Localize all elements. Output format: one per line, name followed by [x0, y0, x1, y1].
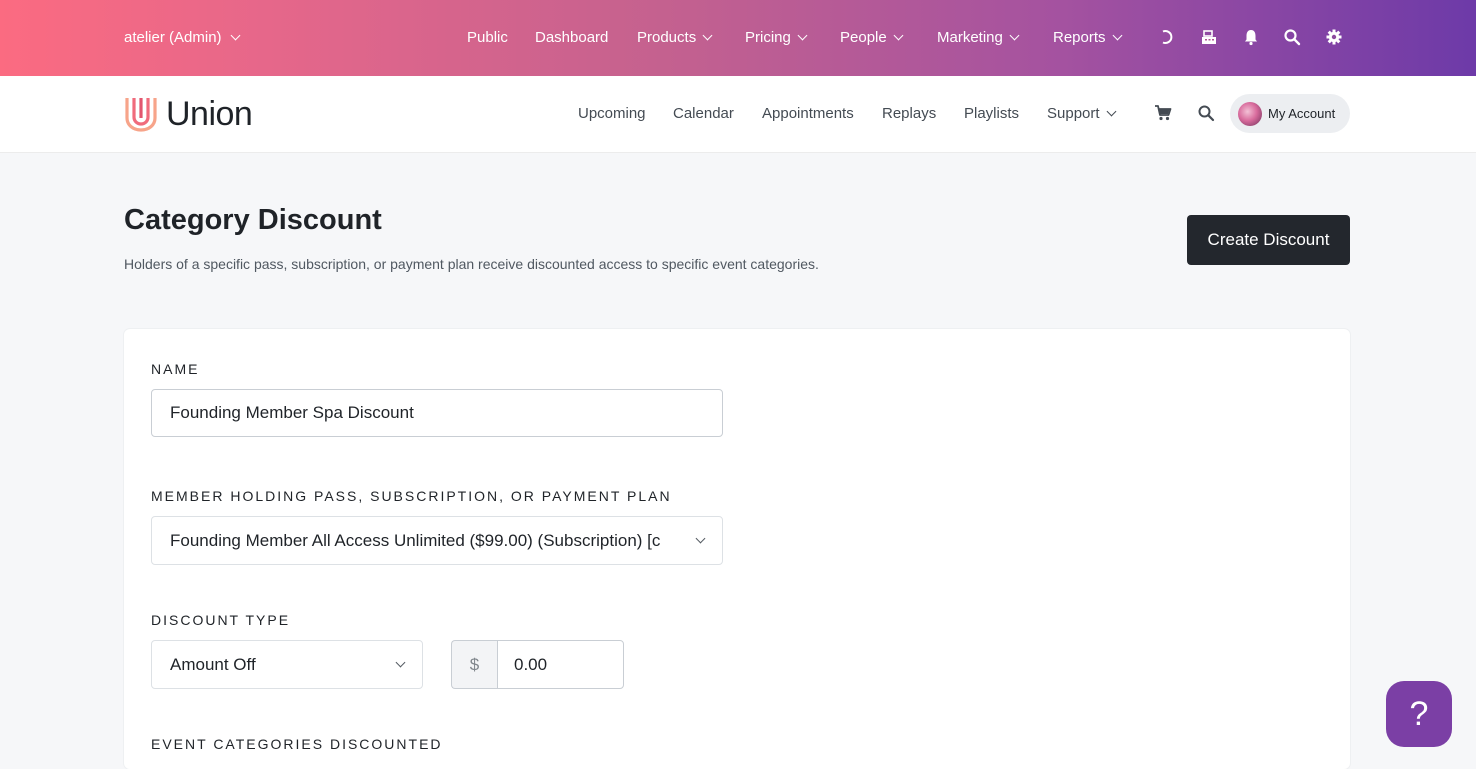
admin-nav-label: Products — [637, 29, 697, 46]
admin-nav-label: Marketing — [937, 29, 1003, 46]
site-nav-support[interactable]: Support — [1047, 105, 1116, 122]
search-icon[interactable] — [1197, 104, 1215, 122]
admin-nav-pricing[interactable]: Pricing — [745, 29, 808, 46]
page-subtitle: Holders of a specific pass, subscription… — [124, 256, 819, 272]
admin-nav-label: Dashboard — [535, 29, 609, 46]
register-icon[interactable] — [1200, 28, 1218, 46]
admin-nav-label: People — [840, 29, 887, 46]
site-nav-label: Playlists — [964, 105, 1020, 122]
chevron-down-icon — [1106, 106, 1116, 117]
currency-prefix: $ — [451, 640, 497, 689]
my-account-button[interactable]: My Account — [1230, 94, 1350, 133]
site-logo[interactable]: Union — [124, 94, 253, 134]
studio-switcher-label: atelier (Admin) — [124, 29, 222, 46]
admin-nav-marketing[interactable]: Marketing — [937, 29, 1020, 46]
help-button[interactable]: ? — [1386, 681, 1452, 747]
admin-nav-reports[interactable]: Reports — [1053, 29, 1122, 46]
chevron-down-icon — [1009, 30, 1020, 41]
studio-switcher[interactable]: atelier (Admin) — [124, 29, 240, 46]
site-nav-label: Calendar — [673, 105, 734, 122]
create-discount-button[interactable]: Create Discount — [1187, 215, 1350, 265]
site-nav-appointments[interactable]: Appointments — [762, 105, 854, 122]
admin-nav-people[interactable]: People — [840, 29, 904, 46]
search-icon[interactable] — [1283, 28, 1301, 46]
site-nav-calendar[interactable]: Calendar — [673, 105, 734, 122]
avatar — [1238, 101, 1262, 126]
name-input[interactable] — [151, 389, 723, 437]
site-nav-label: Replays — [882, 105, 937, 122]
bell-icon[interactable] — [1242, 28, 1260, 46]
discount-type-label: DISCOUNT TYPE — [151, 612, 291, 628]
amount-input-group: $ — [451, 640, 624, 689]
site-nav-playlists[interactable]: Playlists — [964, 105, 1019, 122]
my-account-label: My Account — [1268, 106, 1336, 121]
chevron-down-icon — [797, 30, 808, 41]
chevron-down-icon — [695, 533, 706, 544]
site-nav-label: Support — [1047, 105, 1100, 122]
chevron-down-icon — [395, 657, 406, 668]
categories-label: EVENT CATEGORIES DISCOUNTED — [151, 736, 443, 752]
admin-nav-dashboard[interactable]: Dashboard — [535, 29, 608, 46]
help-icon: ? — [1409, 694, 1429, 733]
chevron-down-icon — [702, 30, 713, 41]
admin-bar: atelier (Admin) Public Dashboard Product… — [0, 0, 1476, 76]
amount-input[interactable] — [497, 640, 624, 689]
admin-nav-label: Public — [467, 29, 508, 46]
site-nav-label: Appointments — [762, 105, 854, 122]
chevron-down-icon — [893, 30, 904, 41]
chevron-down-icon — [1112, 30, 1122, 41]
plan-label: MEMBER HOLDING PASS, SUBSCRIPTION, OR PA… — [151, 488, 672, 504]
site-header: Union Upcoming Calendar Appointments Rep… — [0, 76, 1476, 153]
admin-nav-label: Pricing — [745, 29, 791, 46]
cart-icon[interactable] — [1154, 104, 1172, 122]
page-title: Category Discount — [124, 204, 382, 236]
site-nav-label: Upcoming — [578, 105, 646, 122]
chevron-down-icon — [230, 30, 240, 41]
admin-nav-public[interactable]: Public — [467, 29, 508, 46]
logo-text: Union — [166, 94, 253, 133]
discount-type-value: Amount Off — [170, 654, 256, 674]
union-logo-icon — [124, 94, 158, 134]
name-label: NAME — [151, 361, 200, 377]
plan-select-value: Founding Member All Access Unlimited ($9… — [170, 530, 661, 550]
site-nav-upcoming[interactable]: Upcoming — [578, 105, 646, 122]
gear-icon[interactable] — [1325, 28, 1343, 46]
discount-type-select[interactable]: Amount Off — [151, 640, 423, 689]
admin-nav-label: Reports — [1053, 29, 1106, 46]
undo-icon[interactable] — [1158, 28, 1176, 46]
plan-select[interactable]: Founding Member All Access Unlimited ($9… — [151, 516, 723, 565]
site-nav-replays[interactable]: Replays — [882, 105, 936, 122]
admin-nav-products[interactable]: Products — [637, 29, 713, 46]
